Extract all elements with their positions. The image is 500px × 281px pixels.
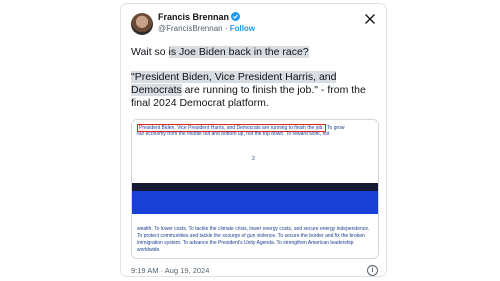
embed-top-section: President Biden, Vice President Harris, … [132,120,378,184]
text-highlight: is Joe Biden back in the race? [168,46,309,58]
embed-dark-band [132,183,378,191]
tweet-text-line1: Wait so is Joe Biden back in the race? [131,46,381,59]
embedded-image[interactable]: President Biden, Vice President Harris, … [131,119,379,259]
info-icon[interactable]: i [367,265,378,276]
tweet-text-quote: "President Biden, Vice President Harris,… [131,71,381,110]
embed-page-number: 2 [252,156,255,162]
text-prefix: Wait so [131,46,169,58]
tweet-card[interactable]: Francis Brennan @FrancisBrennan · Follow… [120,3,387,277]
avatar[interactable] [131,13,153,35]
embed-line2: our economy from the middle out and bott… [137,131,330,137]
embed-blue-band: D [132,191,378,214]
author-name[interactable]: Francis Brennan [158,12,229,22]
verified-badge-icon [231,12,241,21]
author-name-row[interactable]: Francis Brennan [158,12,241,22]
handle-row: @FrancisBrennan · Follow [158,24,255,33]
follow-button[interactable]: Follow [230,24,255,33]
x-logo-icon[interactable] [364,12,376,30]
separator: · [222,24,230,33]
author-handle[interactable]: @FrancisBrennan [158,24,223,33]
embed-bottom-text: wealth. To lower costs. To tackle the cl… [137,226,370,253]
timestamp[interactable]: 9:19 AM · Aug 19, 2024 [131,266,209,275]
